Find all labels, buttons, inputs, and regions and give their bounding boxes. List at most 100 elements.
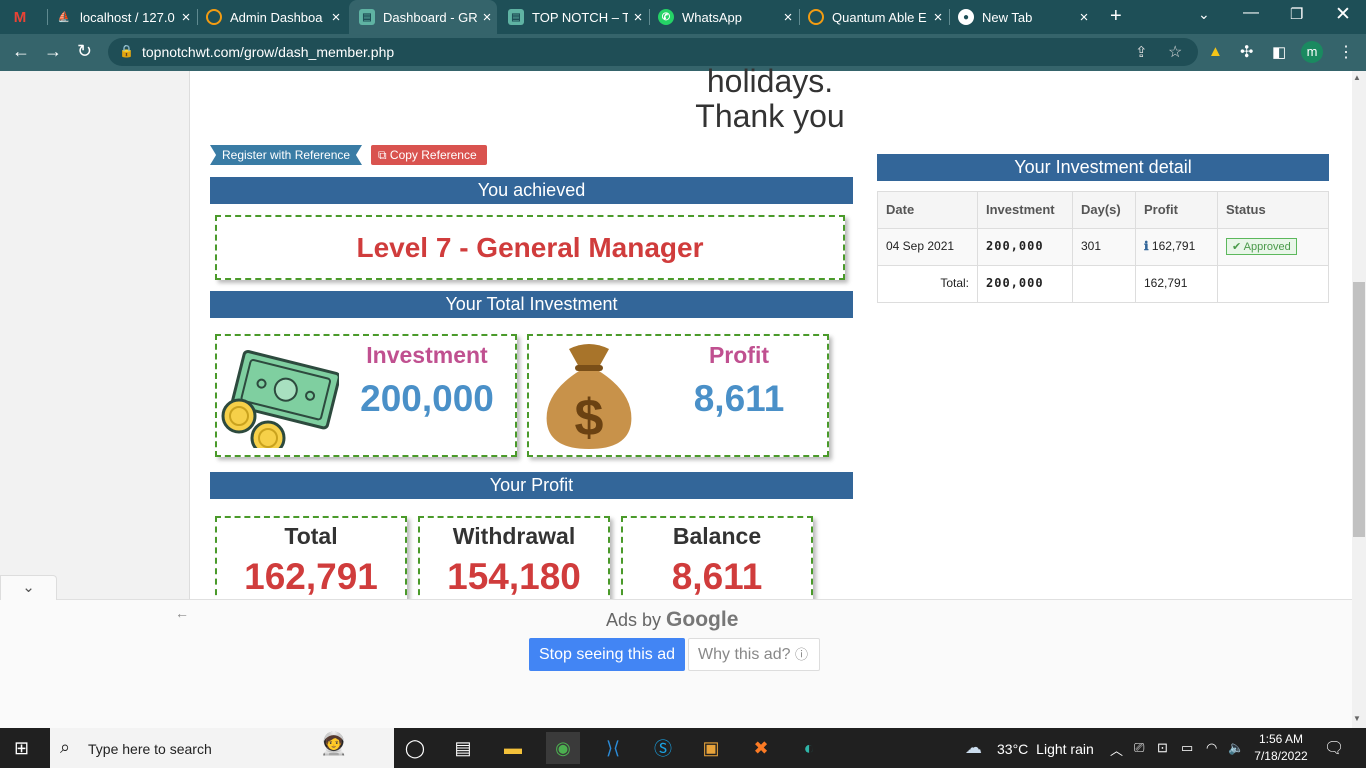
cell-profit: ℹ 162,791: [1136, 229, 1218, 265]
scroll-up-icon[interactable]: ▲: [1353, 73, 1361, 82]
close-icon[interactable]: ×: [928, 9, 948, 26]
investment-label: Investment: [366, 342, 488, 368]
tab-top-notch[interactable]: ▤ TOP NOTCH – To ×: [508, 0, 648, 34]
extensions-icon[interactable]: ✣: [1240, 42, 1253, 62]
why-this-ad-button[interactable]: Why this ad? ⓘ: [688, 638, 820, 671]
tray-chevron-icon[interactable]: ︿: [1110, 740, 1123, 759]
card-label: Total: [284, 523, 338, 549]
tab-admin-dashboard[interactable]: Admin Dashboa ×: [206, 0, 346, 34]
total-investment-header: Your Total Investment: [210, 291, 853, 318]
weather-widget[interactable]: 33°C Light rain: [997, 741, 1094, 757]
task-view-icon[interactable]: ◯: [398, 732, 432, 764]
tab-gmail[interactable]: M: [12, 0, 46, 34]
vscode-icon[interactable]: ⟩⟨: [596, 732, 630, 764]
xampp-icon[interactable]: ✖: [744, 732, 778, 764]
investment-card: Investment 200,000: [215, 334, 517, 457]
tab-dashboard-grow[interactable]: ▤ Dashboard - GR ×: [349, 0, 497, 34]
weather-cloud-icon[interactable]: ☁: [965, 738, 982, 758]
close-icon[interactable]: ×: [326, 9, 346, 26]
search-icon: ⌕: [60, 737, 71, 757]
quantum-icon: [206, 9, 222, 25]
side-panel-icon[interactable]: ◧: [1272, 43, 1286, 61]
volume-icon[interactable]: 🔈: [1228, 740, 1244, 756]
lock-icon[interactable]: 🔒: [119, 44, 134, 58]
share-icon[interactable]: ⇪: [1135, 43, 1148, 61]
quantum-icon: [808, 9, 824, 25]
tray-app-icon[interactable]: ⊡: [1157, 740, 1168, 756]
notice-text: holidays. Thank you: [600, 64, 940, 134]
profile-avatar[interactable]: m: [1301, 41, 1323, 63]
profit-card: $ Profit 8,611: [527, 334, 829, 457]
investment-table: Date Investment Day(s) Profit Status 04 …: [877, 191, 1329, 303]
tab-localhost[interactable]: ⛵ localhost / 127.0 ×: [56, 0, 196, 34]
copy-reference-button[interactable]: ⧉ Copy Reference: [371, 145, 487, 165]
close-icon[interactable]: ×: [628, 9, 648, 26]
clock-date: 7/18/2022: [1254, 749, 1308, 763]
drive-icon[interactable]: ▲: [1208, 43, 1223, 60]
gmail-icon: M: [13, 8, 27, 26]
clock-time: 1:56 AM: [1258, 732, 1304, 746]
tab-new-tab[interactable]: ● New Tab ×: [958, 0, 1094, 34]
windows-start-icon[interactable]: ⊞: [14, 738, 29, 759]
your-profit-header: Your Profit: [210, 472, 853, 499]
tab-search-icon[interactable]: ⌄: [1198, 6, 1210, 23]
wamp-icon[interactable]: ▣: [694, 732, 728, 764]
investment-value: 200,000: [360, 378, 494, 419]
close-icon[interactable]: ×: [778, 9, 798, 26]
tab-whatsapp[interactable]: ✆ WhatsApp ×: [658, 0, 798, 34]
register-with-reference-button[interactable]: Register with Reference: [210, 145, 362, 165]
scrollbar-thumb[interactable]: [1353, 282, 1365, 537]
tab-quantum-able[interactable]: Quantum Able E ×: [808, 0, 948, 34]
notice-line: Thank you: [695, 98, 845, 134]
tray-meet-icon[interactable]: ⎚: [1134, 740, 1144, 756]
minimize-button[interactable]: —: [1243, 4, 1259, 22]
search-placeholder: Type here to search: [88, 741, 212, 757]
tab-separator: [47, 9, 48, 25]
back-arrow-icon[interactable]: ←: [175, 605, 189, 621]
close-icon[interactable]: ×: [477, 9, 497, 26]
level-text: Level 7 - General Manager: [356, 232, 704, 263]
status-label: Approved: [1243, 241, 1291, 253]
why-this-ad-label: Why this ad?: [698, 646, 791, 663]
battery-icon[interactable]: ▭: [1181, 740, 1193, 756]
edge-icon[interactable]: ◐: [792, 732, 826, 764]
level-box: Level 7 - General Manager: [215, 215, 845, 280]
page-icon: ▤: [359, 9, 375, 25]
clock[interactable]: 1:56 AM 7/18/2022: [1250, 731, 1312, 765]
back-icon[interactable]: ←: [12, 41, 30, 62]
phpmyadmin-icon: ⛵: [57, 11, 71, 23]
tab-separator: [649, 9, 650, 25]
restore-button[interactable]: ❐: [1290, 5, 1303, 23]
search-highlight-icon: 🧑‍🚀: [320, 731, 348, 756]
column-header: Status: [1226, 202, 1266, 217]
notifications-icon[interactable]: 🗨: [1324, 738, 1344, 758]
cell-date: 04 Sep 2021: [878, 229, 978, 265]
total-label: Total:: [878, 266, 978, 302]
cell-investment: 200,000: [978, 229, 1073, 265]
new-tab-button[interactable]: +: [1110, 5, 1122, 28]
google-logo: Google: [666, 608, 739, 631]
menu-icon[interactable]: ⋮: [1338, 42, 1354, 62]
close-icon[interactable]: ×: [176, 9, 196, 26]
file-explorer-icon[interactable]: ▬: [496, 732, 530, 764]
tab-title: Dashboard - GR: [383, 9, 477, 25]
url-text[interactable]: topnotchwt.com/grow/dash_member.php: [142, 44, 394, 60]
forward-icon[interactable]: →: [44, 41, 62, 62]
close-window-button[interactable]: ✕: [1335, 3, 1351, 26]
close-icon[interactable]: ×: [1074, 9, 1094, 26]
skype-icon[interactable]: Ⓢ: [646, 732, 680, 764]
wifi-icon[interactable]: ◠: [1206, 740, 1217, 756]
weather-desc: Light rain: [1036, 741, 1094, 757]
reload-icon[interactable]: ↻: [77, 41, 92, 62]
collapse-ad-button[interactable]: ⌄: [0, 575, 57, 600]
scroll-down-icon[interactable]: ▼: [1353, 714, 1361, 723]
widgets-icon[interactable]: ▤: [446, 732, 480, 764]
column-header: Date: [878, 192, 978, 228]
bookmark-star-icon[interactable]: ☆: [1168, 42, 1182, 62]
card-value: 154,180: [447, 556, 581, 597]
card-value: 162,791: [244, 556, 378, 597]
chrome-taskbar-icon[interactable]: ◉: [546, 732, 580, 764]
stop-seeing-ad-button[interactable]: Stop seeing this ad: [529, 638, 685, 671]
tab-title: Admin Dashboa: [230, 9, 323, 25]
info-icon[interactable]: ℹ: [1144, 239, 1149, 253]
